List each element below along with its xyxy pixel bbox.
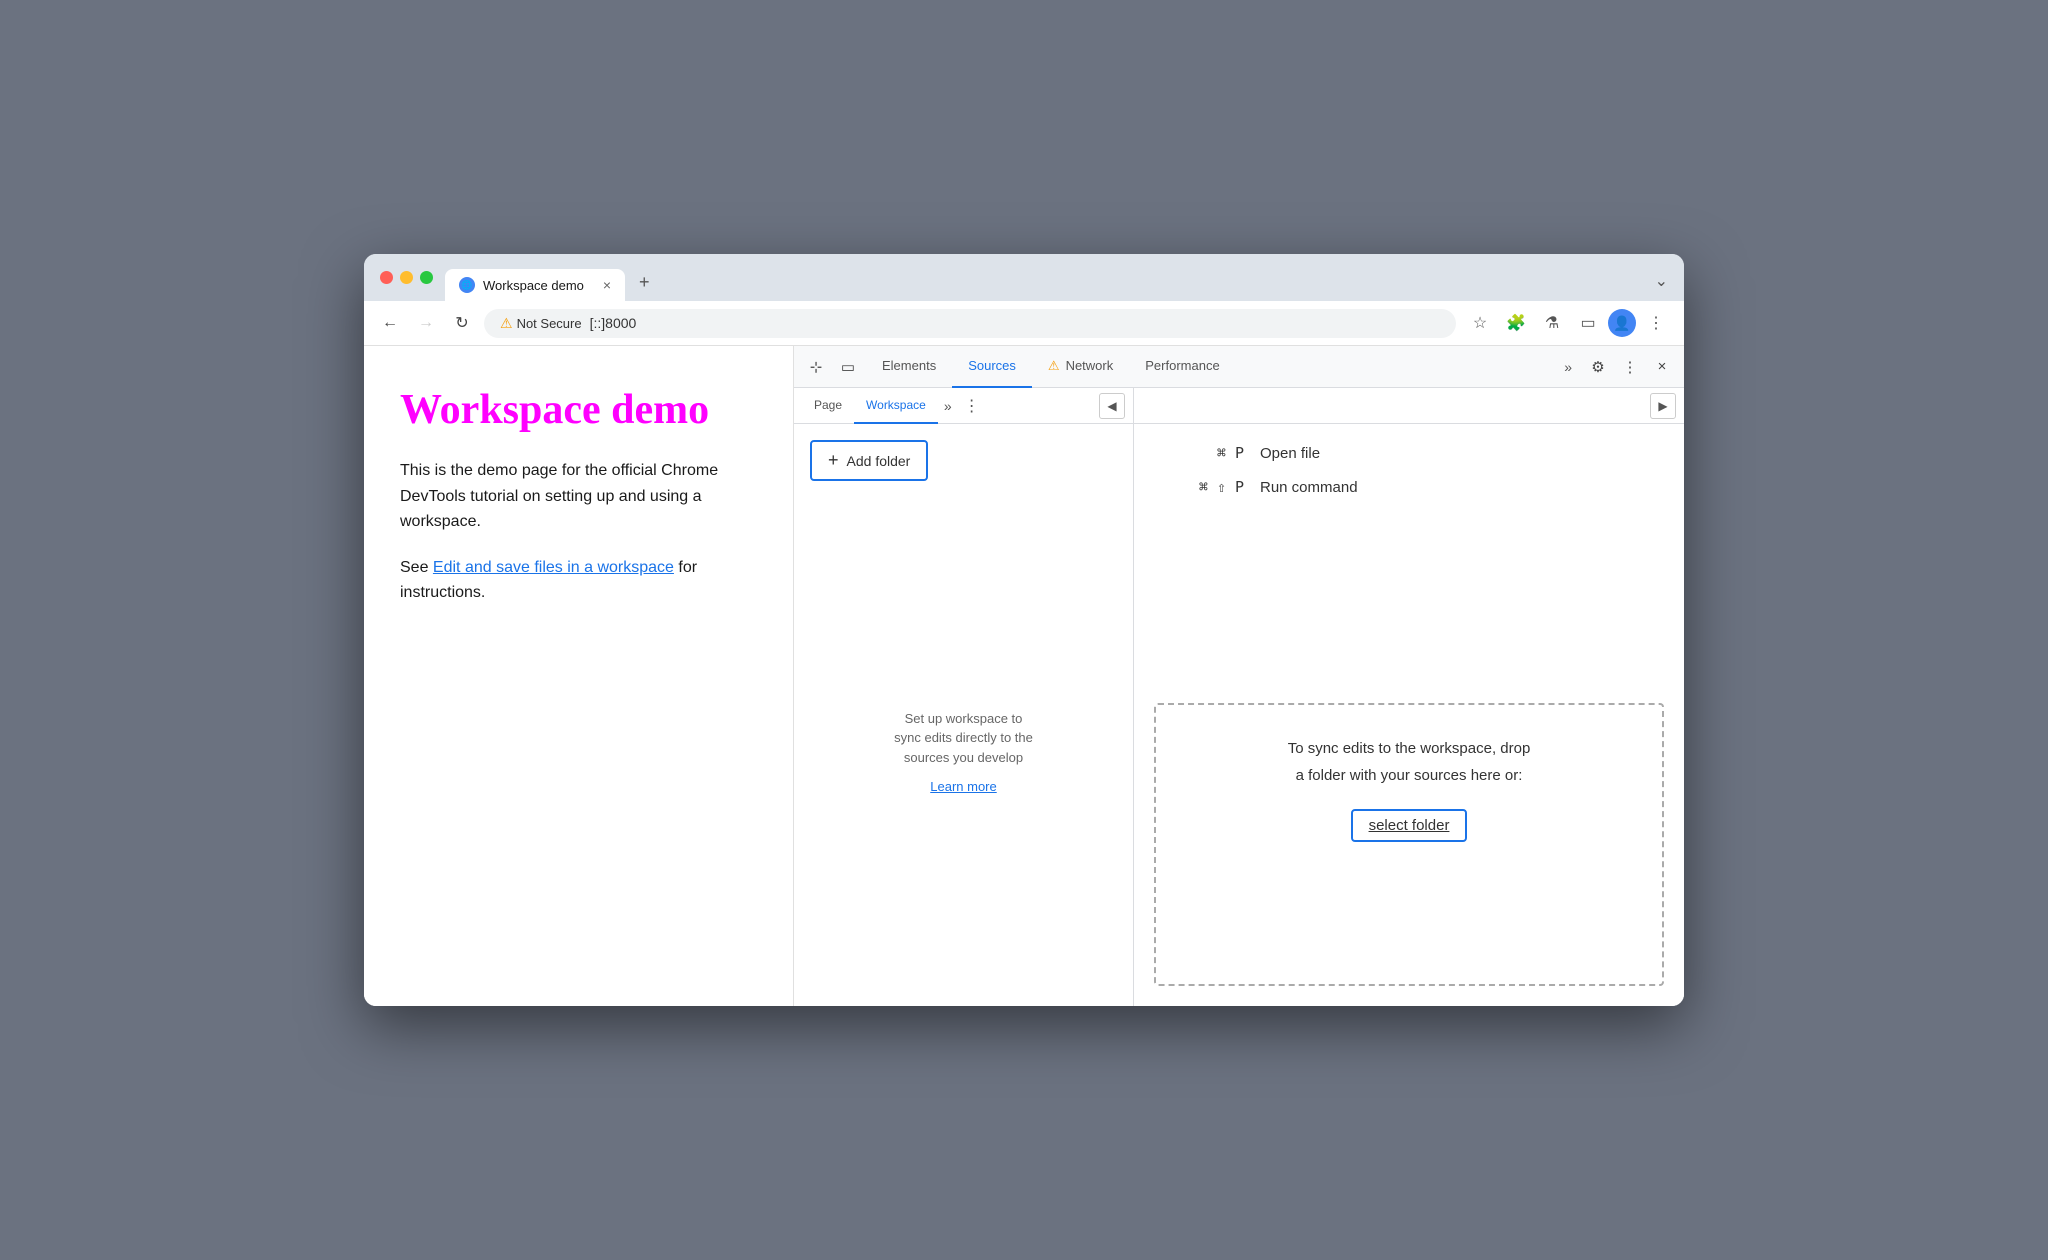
learn-more-link[interactable]: Learn more <box>930 779 996 794</box>
editor-header: ▶ <box>1134 388 1684 424</box>
devtools-close-icon: × <box>1658 358 1667 375</box>
traffic-lights <box>380 271 433 294</box>
main-area: Workspace demo This is the demo page for… <box>364 346 1684 1006</box>
forward-button[interactable]: → <box>412 309 440 337</box>
workspace-link[interactable]: Edit and save files in a workspace <box>433 559 674 576</box>
navigation-bar: ← → ↻ ⚠ Not Secure [::]8000 ☆ 🧩 ⚗ <box>364 301 1684 346</box>
chrome-menu-button[interactable]: ⋮ <box>1640 307 1672 339</box>
maximize-traffic-light[interactable] <box>420 271 433 284</box>
paragraph2-before: See <box>400 559 433 576</box>
sources-tab-page[interactable]: Page <box>802 388 854 424</box>
minimize-traffic-light[interactable] <box>400 271 413 284</box>
page-paragraph1: This is the demo page for the official C… <box>400 458 757 535</box>
add-folder-button[interactable]: + Add folder <box>810 440 928 481</box>
collapse-left-icon: ◀ <box>1107 399 1116 413</box>
tab-performance[interactable]: Performance <box>1129 346 1235 388</box>
devtools-toolbar-right: ⚙ ⋮ × <box>1584 353 1676 381</box>
devtools-menu-button[interactable]: ⋮ <box>1616 353 1644 381</box>
shortcut-run-command-label: Run command <box>1260 479 1358 496</box>
sources-more-tabs-button[interactable]: » <box>938 398 958 414</box>
bookmark-icon: ☆ <box>1473 313 1487 333</box>
tab-network[interactable]: ⚠ Network <box>1032 346 1129 388</box>
shortcut-run-command-keys: ⌘ ⇧ P <box>1164 478 1244 496</box>
webpage-content: Workspace demo This is the demo page for… <box>364 346 794 1006</box>
workspace-message: Set up workspace to sync edits directly … <box>794 497 1133 1006</box>
collapse-right-icon: ▶ <box>1658 399 1667 413</box>
inspect-element-button[interactable]: ⊹ <box>802 353 830 381</box>
drop-zone[interactable]: To sync edits to the workspace, drop a f… <box>1154 703 1664 986</box>
extensions-icon: 🧩 <box>1506 313 1526 333</box>
shortcut-run-command: ⌘ ⇧ P Run command <box>1164 478 1654 496</box>
devtools-panel: ⊹ ▭ Elements Sources ⚠ Network <box>794 346 1684 1006</box>
editor-content: ⌘ P Open file ⌘ ⇧ P Run command <box>1134 424 1684 683</box>
shortcut-open-file: ⌘ P Open file <box>1164 444 1654 462</box>
browser-window: 🌐 Workspace demo × + ⌄ ← → ↻ ⚠ Not Secur… <box>364 254 1684 1006</box>
sources-editor: ▶ ⌘ P Open file ⌘ ⇧ P Run command <box>1134 388 1684 1006</box>
sidebar-button[interactable]: ▭ <box>1572 307 1604 339</box>
chrome-menu-icon: ⋮ <box>1648 313 1664 333</box>
device-icon: ▭ <box>841 358 855 376</box>
network-warning-icon: ⚠ <box>1048 358 1060 374</box>
tabs-bar: 🌐 Workspace demo × + ⌄ <box>445 264 1668 301</box>
sidebar-icon: ▭ <box>1580 313 1595 333</box>
bookmark-button[interactable]: ☆ <box>1464 307 1496 339</box>
back-button[interactable]: ← <box>376 309 404 337</box>
add-folder-label: Add folder <box>847 453 911 469</box>
profile-avatar[interactable]: 👤 <box>1608 309 1636 337</box>
page-paragraph2: See Edit and save files in a workspace f… <box>400 555 757 606</box>
devtools-settings-button[interactable]: ⚙ <box>1584 353 1612 381</box>
close-traffic-light[interactable] <box>380 271 393 284</box>
sources-sidebar: Page Workspace » ⋮ ◀ + <box>794 388 1134 1006</box>
tab-more-button[interactable]: ⌄ <box>1655 271 1668 301</box>
warning-icon: ⚠ <box>500 315 513 332</box>
title-bar: 🌐 Workspace demo × + ⌄ <box>364 254 1684 301</box>
sources-tabs: Page Workspace » ⋮ ◀ <box>794 388 1133 424</box>
devtools-close-button[interactable]: × <box>1648 353 1676 381</box>
sources-menu-button[interactable]: ⋮ <box>958 396 986 416</box>
tab-favicon: 🌐 <box>459 277 475 293</box>
settings-icon: ⚙ <box>1591 358 1604 376</box>
devtools-icon-button[interactable]: ⚗ <box>1536 307 1568 339</box>
profile-icon: 👤 <box>1613 315 1630 332</box>
address-text: [::]8000 <box>590 315 637 331</box>
extensions-button[interactable]: 🧩 <box>1500 307 1532 339</box>
refresh-button[interactable]: ↻ <box>448 309 476 337</box>
security-warning: ⚠ Not Secure <box>500 315 582 332</box>
page-title: Workspace demo <box>400 386 757 434</box>
devtools-icon: ⚗ <box>1545 313 1559 333</box>
devtools-toolbar: ⊹ ▭ Elements Sources ⚠ Network <box>794 346 1684 388</box>
select-folder-button[interactable]: select folder <box>1351 809 1468 842</box>
sources-panel: Page Workspace » ⋮ ◀ + <box>794 388 1684 1006</box>
sources-tab-workspace[interactable]: Workspace <box>854 388 938 424</box>
workspace-message-text: Set up workspace to sync edits directly … <box>894 709 1033 768</box>
security-label: Not Secure <box>517 316 582 331</box>
browser-tab-active[interactable]: 🌐 Workspace demo × <box>445 269 625 301</box>
shortcut-open-file-keys: ⌘ P <box>1164 444 1244 462</box>
shortcut-open-file-label: Open file <box>1260 445 1320 462</box>
tab-elements[interactable]: Elements <box>866 346 952 388</box>
device-toggle-button[interactable]: ▭ <box>834 353 862 381</box>
tab-close-button[interactable]: × <box>603 277 611 293</box>
devtools-tabs: Elements Sources ⚠ Network Performance <box>866 346 1552 388</box>
add-icon: + <box>828 450 839 471</box>
devtools-more-tabs-button[interactable]: » <box>1556 359 1580 375</box>
devtools-menu-icon: ⋮ <box>1623 358 1638 376</box>
drop-zone-text: To sync edits to the workspace, drop a f… <box>1186 735 1632 789</box>
tab-title: Workspace demo <box>483 278 584 293</box>
tab-sources[interactable]: Sources <box>952 346 1032 388</box>
new-tab-button[interactable]: + <box>627 264 662 301</box>
sources-collapse-button[interactable]: ◀ <box>1099 393 1125 419</box>
inspect-icon: ⊹ <box>810 358 823 376</box>
address-bar[interactable]: ⚠ Not Secure [::]8000 <box>484 309 1456 338</box>
add-folder-section: + Add folder <box>794 424 1133 497</box>
editor-collapse-button[interactable]: ▶ <box>1650 393 1676 419</box>
nav-icons: ☆ 🧩 ⚗ ▭ 👤 ⋮ <box>1464 307 1672 339</box>
